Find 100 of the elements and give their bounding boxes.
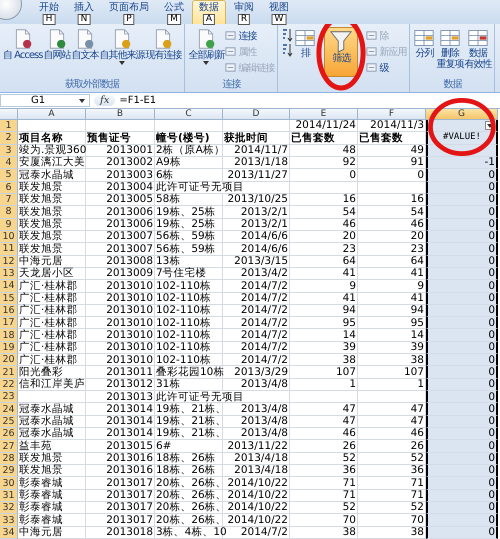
row-header[interactable]: 30 bbox=[0, 477, 18, 490]
row-header[interactable]: 13 bbox=[0, 268, 18, 280]
ribbon-button[interactable]: 自 Access bbox=[3, 27, 42, 62]
table-cell: 0 bbox=[426, 317, 498, 330]
row-header[interactable]: 14 bbox=[0, 280, 18, 293]
table-cell: 2014/6/6 bbox=[223, 230, 290, 244]
column-header[interactable]: D bbox=[223, 109, 290, 120]
table-cell: 2013014 bbox=[86, 428, 155, 440]
row-header[interactable]: 33 bbox=[0, 514, 18, 527]
row-header[interactable]: 19 bbox=[0, 342, 18, 354]
ribbon-button[interactable]: 自文本 bbox=[71, 27, 98, 62]
table-cell: 0 bbox=[426, 452, 498, 466]
row-header[interactable]: 31 bbox=[0, 490, 18, 502]
ribbon-button[interactable]: 自其他来源 bbox=[99, 27, 144, 66]
name-box[interactable]: G1 bbox=[0, 94, 90, 107]
table-cell: 已售套数 bbox=[290, 132, 358, 145]
ribbon-small-button[interactable]: 级 bbox=[366, 60, 406, 75]
function-button[interactable]: fx bbox=[94, 95, 116, 106]
row-header[interactable]: 21 bbox=[0, 366, 18, 379]
column-header[interactable]: F bbox=[358, 109, 426, 120]
row-header[interactable]: 12 bbox=[0, 256, 18, 268]
table-tool-icon bbox=[413, 28, 436, 48]
table-cell: 0 bbox=[426, 440, 498, 453]
ribbon-button[interactable]: 自网站 bbox=[43, 27, 70, 62]
table-cell: 0 bbox=[426, 169, 498, 182]
key-tip: W bbox=[272, 14, 286, 25]
column-header[interactable]: B bbox=[86, 109, 155, 120]
row-header[interactable]: 16 bbox=[0, 304, 18, 318]
column-header[interactable]: A bbox=[18, 109, 86, 120]
ribbon-button[interactable]: 删除 重复项 bbox=[436, 27, 464, 71]
ribbon-small-button[interactable]: 连接 bbox=[225, 28, 274, 43]
row-header[interactable]: 15 bbox=[0, 292, 18, 305]
group-label: 连接 bbox=[221, 79, 242, 92]
row-header[interactable]: 5 bbox=[0, 169, 18, 182]
row-header[interactable]: 28 bbox=[0, 452, 18, 466]
row-header[interactable]: 6 bbox=[0, 182, 18, 194]
ribbon-button[interactable]: 筛选 bbox=[324, 27, 358, 77]
table-cell: 幢号(楼号) bbox=[155, 132, 223, 145]
row-header[interactable]: 22 bbox=[0, 378, 18, 392]
table-cell: 2014/11/24 bbox=[290, 120, 358, 132]
funnel-icon bbox=[329, 29, 354, 53]
table-cell: 获批时间 bbox=[223, 132, 290, 145]
table-cell bbox=[18, 120, 86, 132]
row-header[interactable]: 32 bbox=[0, 502, 18, 514]
ribbon-button[interactable]: 排 bbox=[294, 27, 316, 60]
row-header[interactable]: 23 bbox=[0, 391, 18, 404]
table-cell: 70 bbox=[290, 514, 358, 527]
row-header[interactable]: 25 bbox=[0, 416, 18, 428]
table-cell: 2013010 bbox=[86, 304, 155, 318]
table-cell: 14 bbox=[290, 329, 358, 342]
table-cell: 广汇·桂林郡 bbox=[18, 342, 86, 354]
row-header[interactable]: 17 bbox=[0, 317, 18, 330]
ribbon-tab[interactable]: 数据 A bbox=[192, 0, 226, 24]
row-header[interactable]: 2 bbox=[0, 132, 18, 145]
table-cell: 竣为.景观360 bbox=[18, 144, 86, 157]
row-header[interactable]: 24 bbox=[0, 403, 18, 416]
row-header[interactable]: 34 bbox=[0, 526, 18, 539]
table-cell: 18栋、26栋 bbox=[155, 465, 223, 478]
ribbon-button[interactable]: 现有连接 bbox=[145, 27, 182, 62]
table-cell: 0 bbox=[426, 416, 498, 428]
table-cell: 2013/2/1 bbox=[223, 206, 290, 219]
row-header[interactable]: 11 bbox=[0, 243, 18, 256]
row-header[interactable]: 9 bbox=[0, 218, 18, 231]
row-header[interactable]: 3 bbox=[0, 144, 18, 157]
table-cell: 2栋（原A栋） bbox=[155, 144, 223, 157]
table-cell: 2013016 bbox=[86, 465, 155, 478]
ribbon-button[interactable]: 全部刷新 bbox=[188, 27, 224, 66]
table-cell: 0 bbox=[426, 428, 498, 440]
row-header[interactable]: 26 bbox=[0, 428, 18, 440]
table-cell: 102-110栋 bbox=[155, 304, 223, 318]
select-all-corner[interactable] bbox=[0, 109, 18, 120]
table-cell: 此许可证号无项目 bbox=[155, 391, 290, 404]
table-cell: 冠泰水晶城 bbox=[18, 403, 86, 416]
ribbon-button[interactable]: 分列 bbox=[413, 27, 436, 60]
table-cell bbox=[155, 120, 223, 132]
table-cell: 41 bbox=[290, 292, 358, 305]
row-header[interactable]: 7 bbox=[0, 194, 18, 206]
table-cell: 0 bbox=[426, 292, 498, 305]
table-cell: 2013/11/27 bbox=[223, 169, 290, 182]
row-header[interactable]: 29 bbox=[0, 465, 18, 478]
table-cell: 联发旭景 bbox=[18, 465, 86, 478]
column-header[interactable]: E bbox=[290, 109, 358, 120]
row-header[interactable]: 27 bbox=[0, 440, 18, 453]
row-header[interactable]: 1 bbox=[0, 120, 18, 132]
table-cell: 中海元居 bbox=[18, 526, 86, 539]
table-cell: 56栋、59栋 bbox=[155, 230, 223, 244]
table-cell: 19栋、25栋 bbox=[155, 218, 223, 231]
table-cell: 广汇·桂林郡 bbox=[18, 354, 86, 366]
tool-icon bbox=[366, 30, 378, 41]
ribbon-button[interactable]: 数据 有效性 bbox=[464, 27, 492, 71]
row-header[interactable]: 8 bbox=[0, 206, 18, 219]
column-header[interactable]: C bbox=[155, 109, 223, 120]
table-cell: 2013011 bbox=[86, 366, 155, 379]
row-header[interactable]: 4 bbox=[0, 156, 18, 170]
table-cell: 54 bbox=[290, 206, 358, 219]
table-cell: 联发旭景 bbox=[18, 243, 86, 256]
table-cell: 2013010 bbox=[86, 329, 155, 342]
row-header[interactable]: 10 bbox=[0, 230, 18, 244]
row-header[interactable]: 18 bbox=[0, 329, 18, 342]
row-header[interactable]: 20 bbox=[0, 354, 18, 366]
